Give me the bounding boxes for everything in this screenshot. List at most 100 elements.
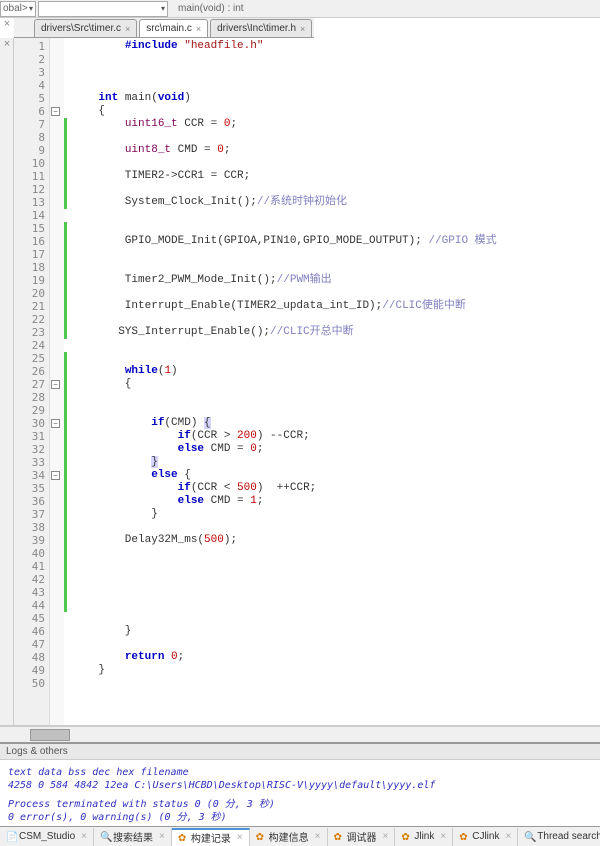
bottom-tab[interactable]: 🔍Thread search× [518,828,600,846]
bottom-tab[interactable]: ✿CJlink × [453,828,518,846]
fold-toggle-icon[interactable]: − [51,471,60,480]
code-text-area[interactable]: #include "headfile.h" int main(void) { u… [68,38,600,725]
code-line [72,313,600,326]
change-marker [64,534,67,547]
code-line: } [72,508,600,521]
change-marker [64,365,67,378]
line-number: 2 [14,53,45,66]
line-number: 32 [14,443,45,456]
bottom-tab[interactable]: ✿Jlink× [395,828,453,846]
line-number: 4 [14,79,45,92]
close-icon[interactable]: × [125,24,130,34]
bottom-tab[interactable]: ✿调试器× [328,828,396,846]
mag-icon: 🔍 [100,832,110,842]
close-icon[interactable]: × [505,831,511,842]
line-number: 23 [14,326,45,339]
line-number: 14 [14,209,45,222]
line-number: 41 [14,560,45,573]
gear-icon: ✿ [178,833,188,843]
scrollbar-thumb[interactable] [30,729,70,741]
close-icon[interactable]: × [237,832,243,843]
close-icon[interactable]: × [159,831,165,842]
close-icon[interactable]: × [383,831,389,842]
code-line [72,183,600,196]
line-number: 1 [14,40,45,53]
bottom-tab[interactable]: ✿构建记录× [172,828,250,846]
chevron-down-icon: ▾ [29,4,33,13]
code-line: else CMD = 0; [72,443,600,456]
code-line [72,79,600,92]
bottom-tab-label: 构建信息 [269,829,309,844]
code-editor[interactable]: × 12345678910111213141516171819202122232… [0,38,600,726]
code-line: } [72,456,600,469]
bottom-tab-label: CJlink [472,831,499,842]
fold-toggle-icon[interactable]: − [51,419,60,428]
logs-status1: Process terminated with status 0 (0 分, 3… [8,798,592,811]
close-panel-button[interactable]: × [0,18,14,38]
line-number: 31 [14,430,45,443]
line-number: 35 [14,482,45,495]
line-number: 29 [14,404,45,417]
horizontal-scrollbar[interactable] [0,726,600,742]
code-line [72,352,600,365]
close-icon[interactable]: × [196,24,201,34]
change-marker [64,235,67,248]
function-combo[interactable]: main(void) : int [176,1,600,17]
code-line [72,391,600,404]
line-number: 28 [14,391,45,404]
close-icon[interactable]: × [440,831,446,842]
change-marker [64,521,67,534]
code-line: SYS_Interrupt_Enable();//CLIC开总中断 [72,326,600,339]
fold-toggle-icon[interactable]: − [51,380,60,389]
change-marker [64,456,67,469]
editor-tab[interactable]: drivers\Inc\timer.h× [210,19,312,37]
change-marker [64,248,67,261]
line-number: 21 [14,300,45,313]
line-number: 45 [14,612,45,625]
gear-icon: ✿ [256,832,266,842]
code-line [72,248,600,261]
scope-combo[interactable]: obal> ▾ [0,1,36,17]
change-marker [64,313,67,326]
line-number: 10 [14,157,45,170]
line-number: 13 [14,196,45,209]
editor-left-margin: × [0,38,14,725]
change-marker [64,469,67,482]
line-number: 6 [14,105,45,118]
logs-body[interactable]: text data bss dec hex filename 4258 0 58… [0,760,600,830]
line-number: 16 [14,235,45,248]
change-marker [64,482,67,495]
bottom-tab[interactable]: 📄CSM_Studio× [0,828,94,846]
scope-combo2[interactable]: ▾ [38,1,168,17]
gear-icon: ✿ [459,832,469,842]
close-editor-button[interactable]: × [0,38,14,50]
close-icon[interactable]: × [300,24,305,34]
editor-tab[interactable]: drivers\Src\timer.c× [34,19,137,37]
code-line [72,209,600,222]
line-number: 17 [14,248,45,261]
fold-toggle-icon[interactable]: − [51,107,60,116]
close-icon[interactable]: × [315,831,321,842]
gear-icon: ✿ [334,832,344,842]
code-line: { [72,105,600,118]
line-number: 48 [14,651,45,664]
code-line: else { [72,469,600,482]
change-marker [64,157,67,170]
editor-tab[interactable]: src\main.c× [139,19,208,37]
bottom-tab[interactable]: ✿构建信息 × [250,828,328,846]
change-marker [64,378,67,391]
code-line: if(CCR > 200) --CCR; [72,430,600,443]
code-line [72,53,600,66]
code-line [72,638,600,651]
code-line: } [72,625,600,638]
line-number: 37 [14,508,45,521]
line-number: 44 [14,599,45,612]
code-line: TIMER2->CCR1 = CCR; [72,170,600,183]
bottom-tab[interactable]: 🔍搜索结果× [94,828,172,846]
line-number: 50 [14,677,45,690]
line-number: 12 [14,183,45,196]
close-icon[interactable]: × [81,831,87,842]
change-marker [64,352,67,365]
change-marker [64,417,67,430]
change-marker [64,261,67,274]
